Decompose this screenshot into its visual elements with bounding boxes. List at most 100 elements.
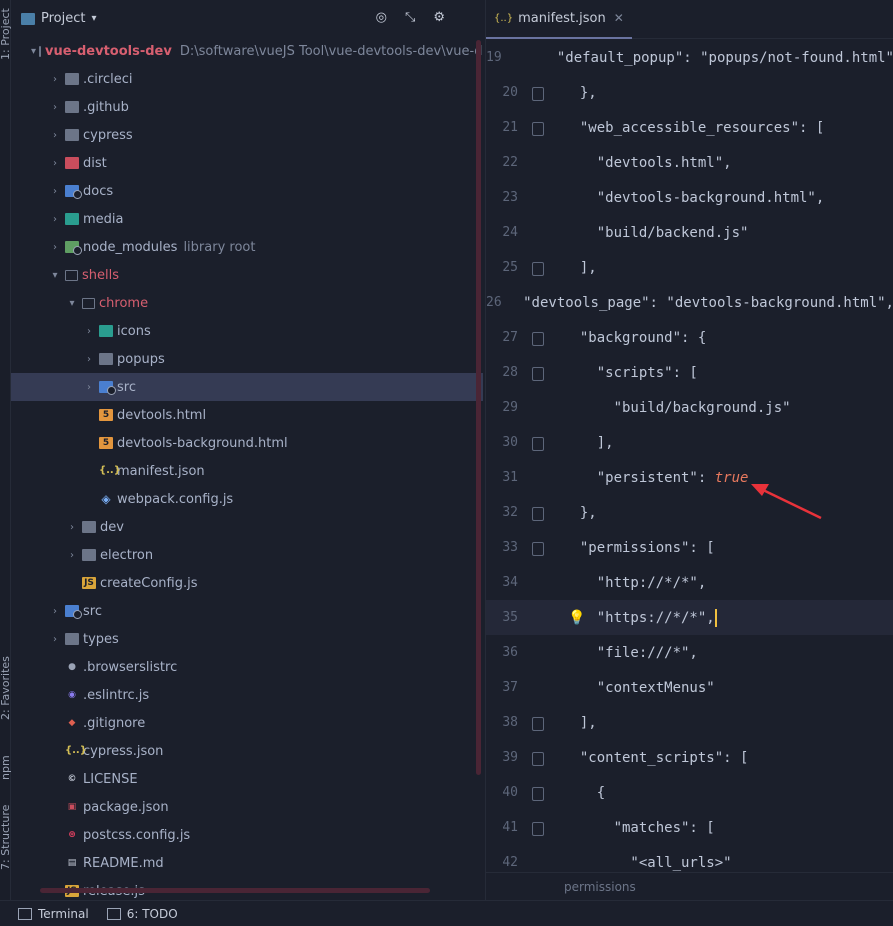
tree-item[interactable]: › .circleci	[11, 65, 483, 93]
fold-icon[interactable]	[532, 261, 544, 276]
chevron-right-icon[interactable]: ›	[48, 102, 62, 113]
chevron-right-icon[interactable]: ›	[48, 634, 62, 645]
chevron-right-icon[interactable]: ›	[48, 130, 62, 141]
terminal-button[interactable]: Terminal	[18, 907, 89, 921]
code-text: "https://*/*",	[563, 609, 715, 626]
fold-icon[interactable]	[532, 821, 544, 836]
tree-item[interactable]: 5 devtools.html	[11, 401, 483, 429]
code-line[interactable]: 39 "content_scripts": [	[486, 740, 893, 775]
fold-icon[interactable]	[532, 331, 544, 346]
code-line[interactable]: 36 "file:///*",	[486, 635, 893, 670]
code-line[interactable]: 34 "http://*/*",	[486, 565, 893, 600]
code-line[interactable]: 23 "devtools-background.html",	[486, 180, 893, 215]
code-line[interactable]: 21 "web_accessible_resources": [	[486, 110, 893, 145]
fold-icon[interactable]	[532, 716, 544, 731]
code-line[interactable]: 25 ],	[486, 250, 893, 285]
tree-item[interactable]: › types	[11, 625, 483, 653]
tree-item[interactable]: ● .browserslistrc	[11, 653, 483, 681]
gear-icon[interactable]: ⚙	[433, 10, 445, 25]
tree-item[interactable]: › src	[11, 597, 483, 625]
code-line[interactable]: 38 ],	[486, 705, 893, 740]
chevron-right-icon[interactable]: ›	[82, 354, 96, 365]
tree-item-label: node_modules	[83, 239, 178, 255]
project-vertical-scrollbar[interactable]	[476, 40, 481, 775]
collapse-icon[interactable]: ⤡	[405, 10, 415, 25]
tree-item[interactable]: ◆ .gitignore	[11, 709, 483, 737]
fold-icon[interactable]	[532, 86, 544, 101]
chevron-right-icon[interactable]: ›	[65, 550, 79, 561]
code-line[interactable]: 31 "persistent": true	[486, 460, 893, 495]
tree-item[interactable]: ▾ shells	[11, 261, 483, 289]
chevron-down-icon[interactable]: ▾	[91, 13, 96, 24]
chevron-right-icon[interactable]: ›	[82, 382, 96, 393]
tree-item[interactable]: {..} cypress.json	[11, 737, 483, 765]
code-line[interactable]: 24 "build/backend.js"	[486, 215, 893, 250]
lightbulb-icon[interactable]: 💡	[568, 610, 585, 626]
todo-button[interactable]: 6: TODO	[106, 907, 178, 921]
chevron-right-icon[interactable]: ›	[65, 522, 79, 533]
fold-icon[interactable]	[532, 751, 544, 766]
tree-item[interactable]: ▤ README.md	[11, 849, 483, 877]
chevron-right-icon[interactable]: ›	[48, 186, 62, 197]
chevron-down-icon[interactable]: ▾	[31, 46, 36, 57]
project-horizontal-scrollbar[interactable]	[40, 888, 430, 893]
tree-item[interactable]: › icons	[11, 317, 483, 345]
code-line[interactable]: 41 "matches": [	[486, 810, 893, 845]
tree-item[interactable]: {..} manifest.json	[11, 457, 483, 485]
tree-item[interactable]: ▾ vue-devtools-dev D:\software\vueJS Tool\…	[11, 37, 483, 65]
code-line[interactable]: 26 "devtools_page": "devtools-background…	[486, 285, 893, 320]
breadcrumb[interactable]: permissions	[486, 872, 893, 900]
chevron-right-icon[interactable]: ›	[48, 242, 62, 253]
chevron-right-icon[interactable]: ›	[48, 606, 62, 617]
code-line[interactable]: 33 "permissions": [	[486, 530, 893, 565]
code-line[interactable]: 32 },	[486, 495, 893, 530]
code-line[interactable]: 28 "scripts": [	[486, 355, 893, 390]
chevron-right-icon[interactable]: ›	[82, 326, 96, 337]
tree-item[interactable]: › media	[11, 205, 483, 233]
tree-item[interactable]: › .github	[11, 93, 483, 121]
tree-item[interactable]: ⊛ postcss.config.js	[11, 821, 483, 849]
close-icon[interactable]: ✕	[614, 11, 624, 25]
md-icon: ▤	[67, 858, 77, 868]
tree-item[interactable]: JS createConfig.js	[11, 569, 483, 597]
fold-icon[interactable]	[532, 436, 544, 451]
fold-icon[interactable]	[532, 121, 544, 136]
code-line[interactable]: 40 {	[486, 775, 893, 810]
code-line[interactable]: 27 "background": {	[486, 320, 893, 355]
chevron-right-icon[interactable]: ›	[48, 158, 62, 169]
code-line[interactable]: 35 💡 "https://*/*",	[486, 600, 893, 635]
code-line[interactable]: 30 ],	[486, 425, 893, 460]
tree-item[interactable]: › electron	[11, 541, 483, 569]
tree-item[interactable]: ◉ .eslintrc.js	[11, 681, 483, 709]
chevron-right-icon[interactable]: ›	[48, 214, 62, 225]
chevron-right-icon[interactable]: ›	[48, 74, 62, 85]
tree-item[interactable]: ◈ webpack.config.js	[11, 485, 483, 513]
folder-icon	[82, 549, 96, 561]
breadcrumb-item[interactable]: permissions	[564, 880, 636, 894]
code-line[interactable]: 22 "devtools.html",	[486, 145, 893, 180]
tree-item[interactable]: © LICENSE	[11, 765, 483, 793]
tree-item[interactable]: ▾ chrome	[11, 289, 483, 317]
code-line[interactable]: 29 "build/background.js"	[486, 390, 893, 425]
chevron-down-icon[interactable]: ▾	[65, 298, 79, 309]
tab-manifest-json[interactable]: {..} manifest.json ✕	[486, 0, 632, 39]
fold-icon[interactable]	[532, 366, 544, 381]
tree-item[interactable]: › dist	[11, 149, 483, 177]
tree-item[interactable]: › cypress	[11, 121, 483, 149]
tree-item[interactable]: 5 devtools-background.html	[11, 429, 483, 457]
tree-item[interactable]: ▣ package.json	[11, 793, 483, 821]
tree-item[interactable]: › popups	[11, 345, 483, 373]
chevron-down-icon[interactable]: ▾	[48, 270, 62, 281]
fold-icon[interactable]	[532, 506, 544, 521]
project-panel-title[interactable]: Project	[41, 11, 85, 26]
tree-item[interactable]: › src	[11, 373, 483, 401]
fold-icon[interactable]	[532, 541, 544, 556]
tree-item[interactable]: › docs	[11, 177, 483, 205]
tree-item[interactable]: › node_modules library root	[11, 233, 483, 261]
code-line[interactable]: 20 },	[486, 75, 893, 110]
fold-icon[interactable]	[532, 786, 544, 801]
code-line[interactable]: 19 "default_popup": "popups/not-found.ht…	[486, 40, 893, 75]
tree-item[interactable]: › dev	[11, 513, 483, 541]
target-icon[interactable]: ◎	[376, 10, 387, 25]
code-line[interactable]: 37 "contextMenus"	[486, 670, 893, 705]
